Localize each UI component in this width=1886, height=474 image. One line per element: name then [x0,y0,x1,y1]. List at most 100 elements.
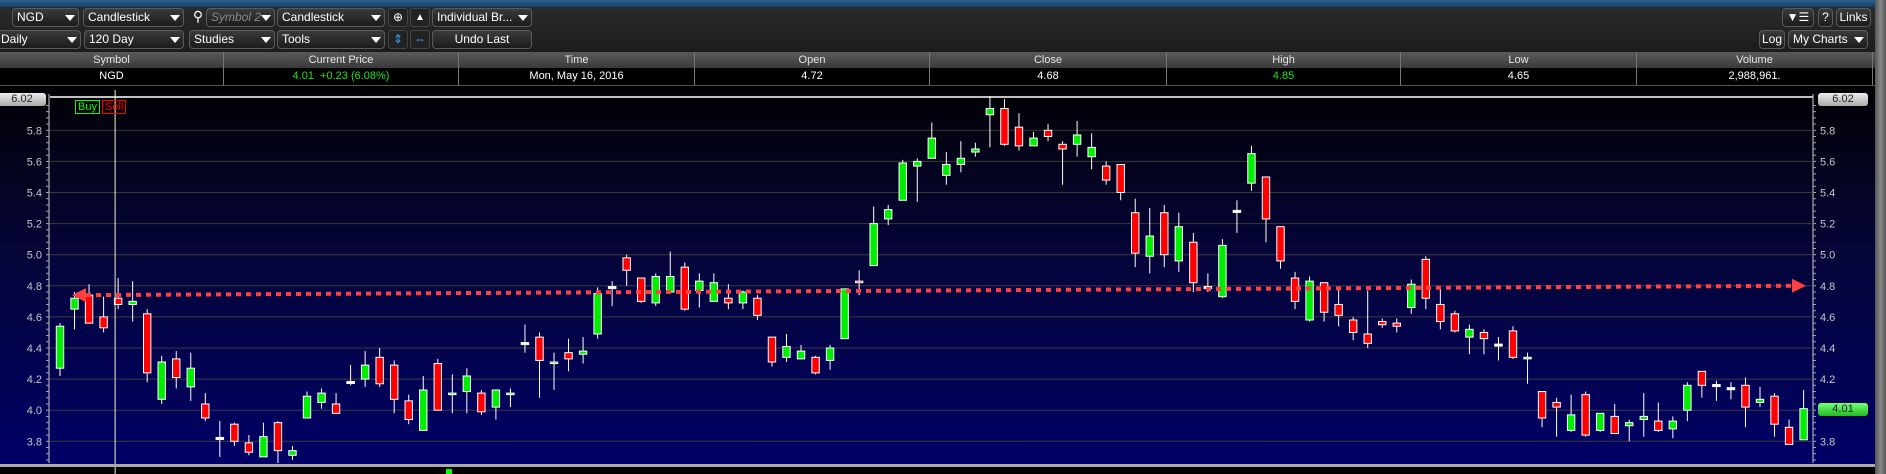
candlestick-chart[interactable]: 3.83.84.04.04.24.24.44.44.64.64.84.85.05… [0,88,1875,474]
zoom-in-icon[interactable]: ⊕ [388,8,408,27]
my-charts-select[interactable]: My Charts [1788,30,1868,49]
candle-body [1131,212,1140,254]
fit-vertical-icon[interactable]: ⇕ [388,30,408,49]
candle-body [854,280,864,284]
sell-button[interactable]: Sell [102,100,127,114]
studies-value: Studies [194,32,235,46]
chevron-down-icon [67,37,77,43]
candle[interactable] [1189,232,1198,293]
candle-body [273,422,283,452]
layout-value: Individual Br... [437,10,513,24]
y-tick-label-right: 4.6 [1820,312,1835,324]
help-button[interactable]: ? [1818,8,1833,27]
buy-button[interactable]: Buy [75,100,100,114]
chart-type-select[interactable]: Candlestick [83,8,184,27]
search-icon[interactable]: ⚲ [188,8,208,27]
chart-type2-select[interactable]: Candlestick [277,8,385,27]
chevron-down-icon [65,15,75,21]
candle[interactable] [840,288,849,340]
y-tick-label-left: 4.8 [27,281,42,293]
candle-body [1261,176,1271,220]
candle-body [1392,322,1401,327]
candle-body [288,450,297,456]
candle-body [884,209,893,220]
symbol2-input[interactable]: Symbol 2 [206,8,275,27]
candle-body [1639,415,1648,421]
candle-body [971,148,980,153]
candle[interactable] [767,336,777,367]
candle-body [811,356,820,374]
links-button[interactable]: Links [1836,8,1871,27]
candle-body [913,160,922,167]
candle[interactable] [898,159,907,201]
candle-body [1654,420,1663,431]
candle-body [796,350,806,360]
candle-body [1523,356,1532,360]
candle-body [651,275,660,304]
candle[interactable] [157,355,166,404]
studies-select[interactable]: Studies [189,30,275,49]
candle-body [1741,384,1750,408]
links-label: Links [1839,10,1868,24]
y-tick-label-left: 5.4 [27,188,42,200]
candle-body [767,336,777,363]
candle-body [1043,129,1053,138]
candle-body [1174,226,1184,262]
quote-current-price: 4.01 +0.23 (6.08%) [224,68,459,85]
candle-body [840,288,849,340]
horizontal-scrollbar[interactable] [0,464,1875,467]
candle[interactable] [1595,412,1605,432]
candle-body [666,275,675,293]
candle[interactable] [1305,276,1314,322]
log-button[interactable]: Log [1759,30,1785,49]
header-time: Time [459,52,695,68]
candle-body [1552,401,1561,408]
log-label: Log [1761,32,1783,46]
candle[interactable] [680,262,689,311]
header-symbol: Symbol [0,52,224,68]
candle-body [1566,414,1576,431]
candle-body [1363,333,1372,344]
candle[interactable] [477,389,486,415]
chevron-down-icon [1854,37,1864,43]
tools-select[interactable]: Tools [277,30,385,49]
candle[interactable] [811,355,820,375]
compare-icon[interactable]: ▲ [410,8,430,27]
candle-body [985,108,995,116]
candle-body [302,395,312,419]
candle-body [593,293,602,335]
candle-body [448,392,457,396]
candle[interactable] [1450,310,1460,333]
window-title-bar [0,0,1886,7]
undo-last-button[interactable]: Undo Last [432,30,532,49]
candle-body [1610,415,1619,435]
vertical-scrollbar[interactable] [1875,0,1886,474]
candle[interactable] [1581,391,1590,437]
candle[interactable] [651,273,660,307]
chevron-down-icon [371,37,381,43]
candle-body [1116,164,1125,193]
chevron-down-icon [518,15,528,21]
candle[interactable] [1508,326,1518,359]
candle[interactable] [142,309,152,383]
candle-body [1726,387,1736,391]
menu-button[interactable]: ▼☰ [1782,8,1814,27]
candle-body [520,342,530,346]
candle-body [1436,303,1445,323]
symbol-input[interactable]: NGD [12,8,79,27]
candle[interactable] [433,358,442,411]
candle[interactable] [55,323,65,376]
candle-body [869,223,878,267]
interval-select[interactable]: Daily [0,30,81,49]
fit-horizontal-icon[interactable]: ⇔ [410,30,430,49]
candle-body [331,403,341,414]
candle-body [1072,134,1082,145]
range-select[interactable]: 120 Day [84,30,184,49]
candle-body [695,280,704,291]
candle[interactable] [593,287,602,339]
layout-select[interactable]: Individual Br... [432,8,532,27]
quote-high: 4.85 [1167,68,1401,85]
y-tick-label-right: 4.4 [1820,343,1835,355]
candle-body [433,363,442,411]
candle-body [1770,395,1779,425]
